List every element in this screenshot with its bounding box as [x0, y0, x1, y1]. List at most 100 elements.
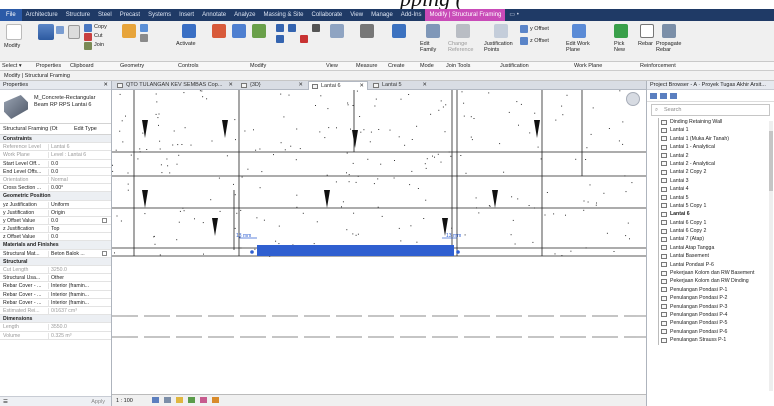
- browser-tool-icon[interactable]: [670, 93, 677, 99]
- ribbon-tab[interactable]: ▭ •: [505, 9, 522, 21]
- browser-view-item[interactable]: Lantai 6 Copy 1: [647, 218, 774, 228]
- browser-scrollbar[interactable]: [769, 121, 773, 391]
- property-checkbox[interactable]: [102, 250, 107, 256]
- browser-view-item[interactable]: Lantai 5: [647, 193, 774, 202]
- type-properties-icon[interactable]: [56, 26, 64, 34]
- selected-beam[interactable]: [257, 245, 454, 256]
- close-tab-icon[interactable]: ✕: [298, 81, 303, 90]
- hide-element-icon[interactable]: [330, 24, 344, 38]
- property-section-header[interactable]: Geometric Position: [0, 192, 111, 201]
- property-value[interactable]: Interior (framin...: [48, 299, 100, 306]
- browser-view-item[interactable]: Lantai 2 - Analytical: [647, 159, 774, 169]
- rotate-icon[interactable]: [288, 24, 296, 32]
- property-row[interactable]: Start Level Off... 0.0: [0, 160, 111, 168]
- property-row[interactable]: Rebar Cover - ... Interior (framin...: [0, 282, 111, 291]
- geometry-tool-icon[interactable]: [140, 24, 148, 32]
- browser-view-item[interactable]: Lantai 4: [647, 185, 774, 194]
- y-offset-icon[interactable]: [520, 25, 528, 33]
- property-value[interactable]: 0.0: [48, 160, 100, 167]
- join-icon[interactable]: [84, 42, 92, 50]
- property-row[interactable]: Orientation Normal: [0, 176, 111, 185]
- ribbon-tab[interactable]: Annotate: [198, 9, 230, 21]
- properties-icon[interactable]: [38, 24, 54, 40]
- property-row[interactable]: Cut Length 3250.0: [0, 266, 111, 275]
- modify-button-label[interactable]: Modify: [4, 43, 20, 49]
- delete-icon[interactable]: [300, 35, 308, 43]
- type-selector[interactable]: M_Concrete-Rectangular Beam RP RPS Lanta…: [0, 90, 111, 124]
- join-label[interactable]: Join: [94, 42, 104, 48]
- pick-new-label[interactable]: Pick New: [614, 41, 630, 53]
- browser-view-item[interactable]: Lantai 6: [647, 210, 774, 219]
- propagate-rebar-icon[interactable]: [662, 24, 676, 38]
- ribbon-tab[interactable]: Modify | Structural Framing: [425, 9, 506, 21]
- view-tab[interactable]: {3D} ✕: [238, 81, 306, 90]
- property-section-header[interactable]: Structural: [0, 257, 111, 266]
- browser-view-item[interactable]: Lantai 6 Copy 2: [647, 227, 774, 236]
- browser-view-item[interactable]: Lantai 3: [647, 176, 774, 186]
- propagate-rebar-label[interactable]: Propagate Rebar: [656, 41, 686, 53]
- property-row[interactable]: End Level Offs... 0.0: [0, 168, 111, 176]
- browser-view-item[interactable]: Lantai Atap Tangga: [647, 243, 774, 253]
- browser-view-item[interactable]: Dinding Retaining Wall: [647, 118, 774, 127]
- copy-label[interactable]: Copy: [94, 24, 107, 30]
- ribbon-tab[interactable]: Massing & Site: [259, 9, 307, 21]
- ribbon-tab[interactable]: Collaborate: [308, 9, 347, 21]
- category-filter[interactable]: Structural Framing (Ot: [3, 126, 57, 132]
- property-row[interactable]: Volume 0.325 m³: [0, 332, 111, 340]
- ribbon-tab[interactable]: Steel: [94, 9, 116, 21]
- property-row[interactable]: yz Justification Uniform: [0, 201, 111, 209]
- browser-view-item[interactable]: Penulangan Pondasi P-3: [647, 302, 774, 311]
- property-section-header[interactable]: Constraints: [0, 135, 111, 144]
- edit-family-icon[interactable]: [426, 24, 440, 38]
- browser-view-item[interactable]: Penulangan Pondasi P-6: [647, 327, 774, 337]
- ribbon-tab[interactable]: File: [0, 9, 22, 21]
- activate-label[interactable]: Activate: [176, 41, 196, 47]
- geometry-join-icon[interactable]: [140, 34, 148, 42]
- mirror-icon[interactable]: [252, 24, 266, 38]
- rebar-label[interactable]: Rebar: [638, 41, 653, 47]
- view-scale[interactable]: 1 : 100: [116, 398, 133, 404]
- property-row[interactable]: y Offset Value 0.0: [0, 217, 111, 226]
- browser-view-item[interactable]: Lantai 1: [647, 126, 774, 135]
- close-tab-icon[interactable]: ✕: [422, 81, 427, 90]
- property-row[interactable]: Length 3550.0: [0, 323, 111, 332]
- ribbon-tab[interactable]: Insert: [175, 9, 198, 21]
- copy-icon[interactable]: [84, 24, 92, 32]
- view-tab[interactable]: Lantai 5 ✕: [370, 81, 430, 90]
- edit-work-plane-label[interactable]: Edit Work Plane: [566, 41, 596, 53]
- property-value[interactable]: Other: [48, 275, 100, 282]
- edit-work-plane-icon[interactable]: [572, 24, 586, 38]
- property-value[interactable]: Uniform: [48, 201, 100, 208]
- y-offset-label[interactable]: y Offset: [530, 26, 549, 32]
- browser-view-item[interactable]: Lantai 5 Copy 1: [647, 201, 774, 211]
- apply-button[interactable]: Apply: [91, 399, 105, 405]
- modify-arrow-icon[interactable]: [6, 24, 22, 40]
- browser-view-item[interactable]: Pekerjaan Kolom dan RW Basement: [647, 269, 774, 278]
- browser-tool-icon[interactable]: [650, 93, 657, 99]
- cope-icon[interactable]: [122, 24, 136, 38]
- edit-type-button[interactable]: Edit Type: [74, 126, 97, 132]
- ribbon-tab[interactable]: View: [346, 9, 367, 21]
- browser-view-item[interactable]: Lantai 2 Copy 2: [647, 168, 774, 177]
- ribbon-tab[interactable]: Systems: [144, 9, 175, 21]
- edit-family-label[interactable]: Edit Family: [420, 41, 446, 53]
- browser-view-item[interactable]: Penulangan Pondasi P-1: [647, 285, 774, 295]
- browser-view-item[interactable]: Lantai Pondasi P-6: [647, 260, 774, 270]
- ribbon-tab[interactable]: Structure: [62, 9, 94, 21]
- browser-view-item[interactable]: Lantai 7 (Atap): [647, 235, 774, 244]
- scroll-thumb[interactable]: [769, 131, 773, 191]
- browser-search-input[interactable]: ⌕ Search: [651, 104, 770, 116]
- ribbon-group-label[interactable]: Select ▾: [2, 63, 22, 69]
- crop-view-icon[interactable]: [200, 397, 207, 403]
- ribbon-tab[interactable]: Precast: [116, 9, 144, 21]
- align-icon[interactable]: [212, 24, 226, 38]
- property-row[interactable]: Rebar Cover - ... Interior (framin...: [0, 299, 111, 307]
- property-value[interactable]: 0.0: [48, 217, 100, 224]
- properties-help-icon[interactable]: ☰: [3, 399, 8, 405]
- change-reference-icon[interactable]: [456, 24, 470, 38]
- array-icon[interactable]: [312, 24, 320, 32]
- move-icon[interactable]: [276, 24, 284, 32]
- property-row[interactable]: z Justification Top: [0, 225, 111, 234]
- create-group-icon[interactable]: [392, 24, 406, 38]
- property-row[interactable]: Structural Mat... Beton Balok ...: [0, 250, 111, 258]
